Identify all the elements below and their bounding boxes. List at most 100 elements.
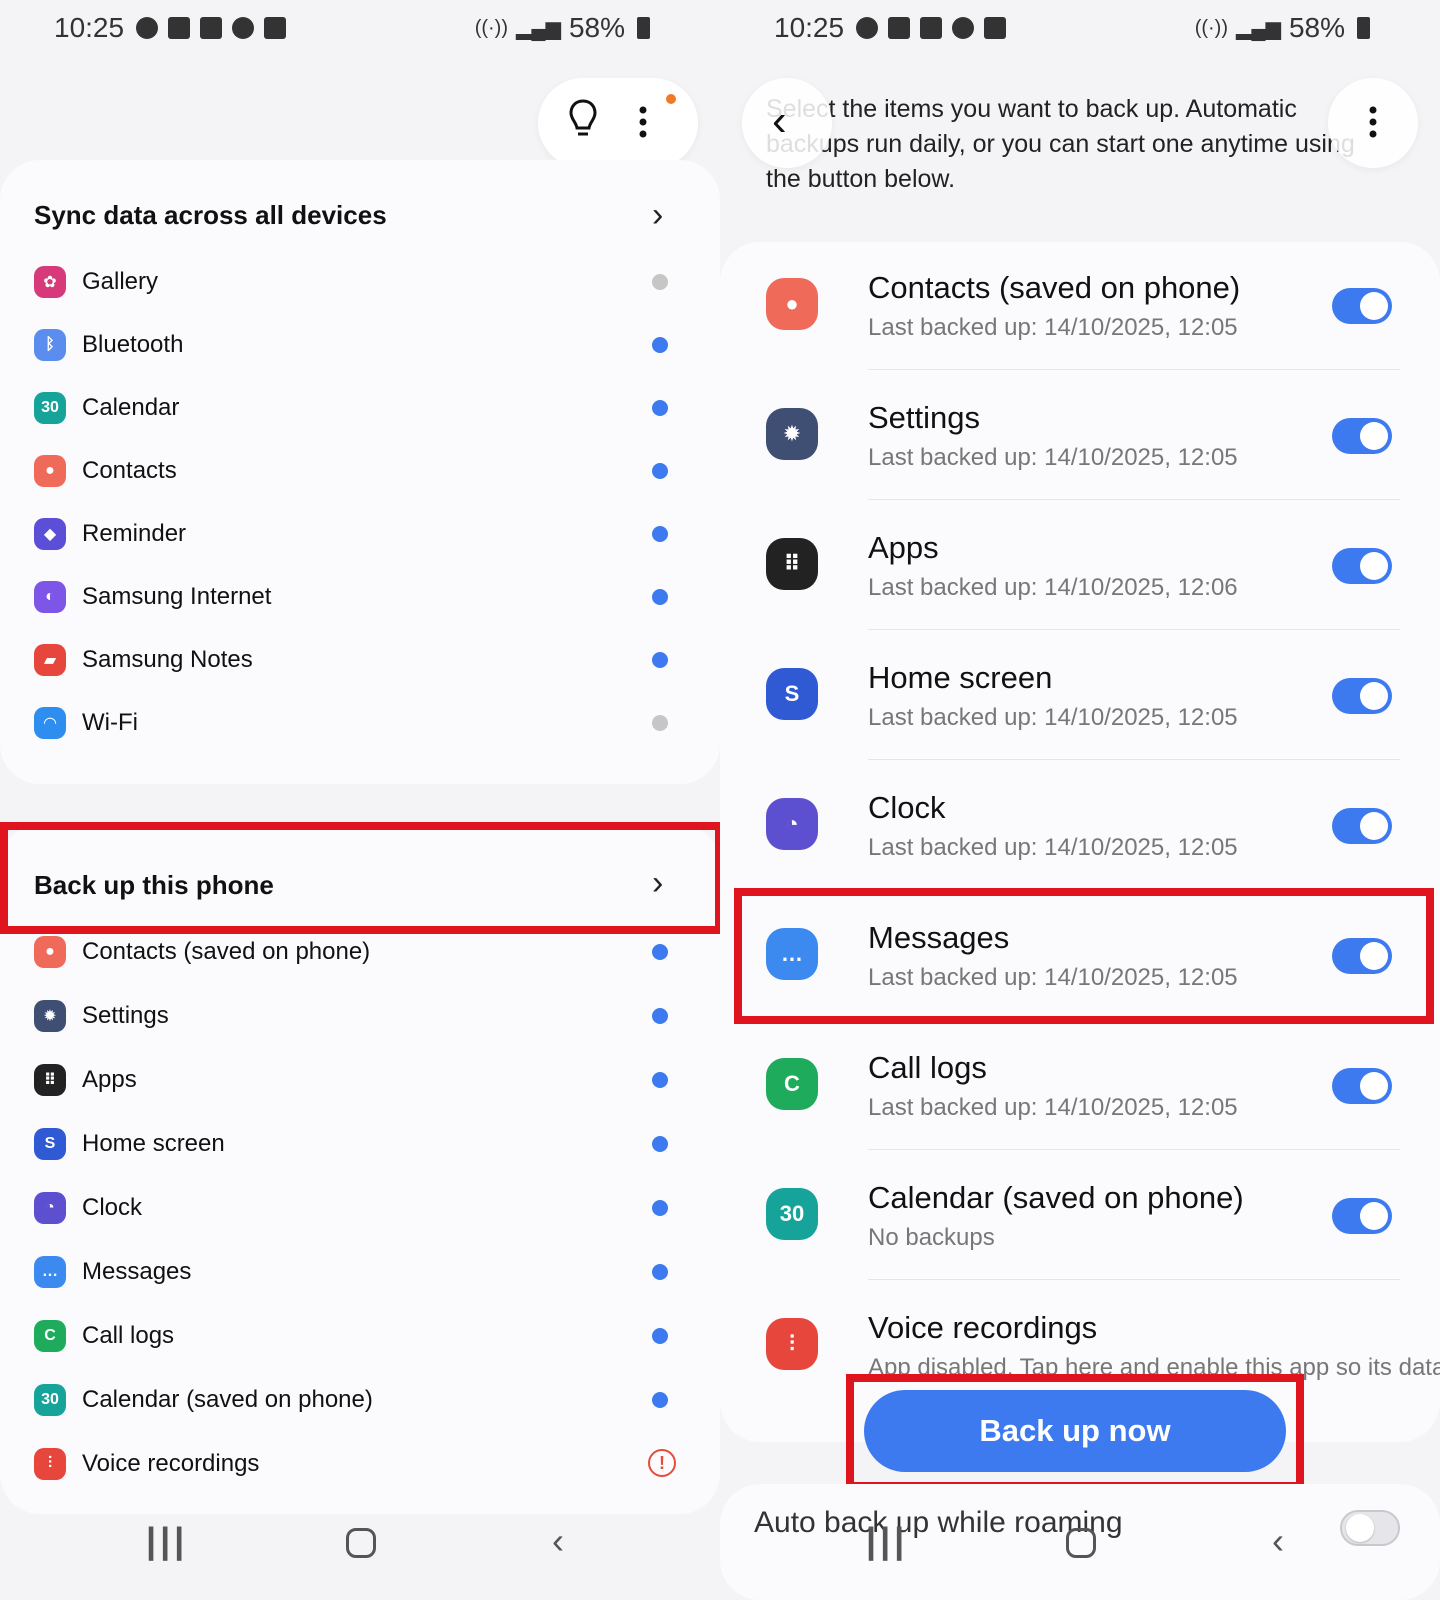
more-options-icon[interactable] — [638, 104, 648, 144]
status-dot — [652, 400, 668, 416]
item-subtitle: Last backed up: 14/10/2025, 12:05 — [868, 704, 1238, 731]
status-bar: 10:25 ((·)) ▂▄▆ 58% — [54, 8, 650, 48]
back-icon[interactable]: ‹ — [1272, 1520, 1284, 1562]
backup-toggle[interactable] — [1332, 418, 1392, 454]
list-item[interactable]: ◐ Samsung Internet — [34, 577, 670, 617]
account-icon — [136, 17, 159, 39]
status-dot — [652, 526, 668, 542]
item-label: Calendar (saved on phone) — [82, 1386, 373, 1413]
backup-item[interactable]: ◔ Clock Last backed up: 14/10/2025, 12:05 — [754, 762, 1400, 890]
backup-toggle[interactable] — [1332, 678, 1392, 714]
status-dot — [652, 944, 668, 960]
clock-icon: ◔ — [766, 798, 818, 850]
list-item[interactable]: 30 Calendar — [34, 388, 670, 428]
right-screen: 10:25 ((·)) ▂▄▆ 58% Select the items you… — [720, 0, 1440, 1600]
backup-item[interactable]: C Call logs Last backed up: 14/10/2025, 12… — [754, 1022, 1400, 1150]
lightbulb-icon[interactable] — [568, 98, 598, 140]
status-dot — [652, 1264, 668, 1280]
list-item[interactable]: ● Contacts (saved on phone) — [34, 932, 670, 972]
status-time: 10:25 — [54, 12, 125, 43]
divider — [868, 1279, 1400, 1280]
intro-line: the button below. — [766, 165, 956, 193]
item-label: Voice recordings — [82, 1450, 260, 1477]
list-item[interactable]: 30 Calendar (saved on phone) — [34, 1380, 670, 1420]
checkbox-icon — [168, 17, 191, 39]
backup-item[interactable]: ⠿ Apps Last backed up: 14/10/2025, 12:06 — [754, 502, 1400, 630]
item-label: Contacts (saved on phone) — [82, 938, 371, 965]
backup-toggle[interactable] — [1332, 1198, 1392, 1234]
status-dot — [652, 1072, 668, 1088]
gallery-icon: ✿ — [34, 266, 66, 298]
status-dot — [652, 274, 668, 290]
item-label: Apps — [82, 1066, 137, 1093]
contacts-icon: ● — [34, 936, 66, 968]
cloud-icon — [952, 17, 975, 39]
list-item[interactable]: ● Contacts — [34, 451, 670, 491]
back-icon[interactable]: ‹ — [552, 1520, 564, 1562]
messages-icon: … — [34, 1256, 66, 1288]
list-item[interactable]: ◠ Wi-Fi — [34, 703, 670, 743]
sync-section-title[interactable]: Sync data across all devices — [34, 200, 387, 231]
list-item[interactable]: ⠿ Apps — [34, 1060, 670, 1100]
item-title: Voice recordings — [868, 1310, 1098, 1345]
backup-item[interactable]: ✹ Settings Last backed up: 14/10/2025, 12:… — [754, 372, 1400, 500]
battery-text: 58% — [568, 12, 625, 43]
item-label: Reminder — [82, 520, 187, 547]
intro-line: Select the items you want to back up. Au… — [766, 95, 1297, 123]
backup-toggle[interactable] — [1332, 808, 1392, 844]
list-item[interactable]: ᛒ Bluetooth — [34, 325, 670, 365]
list-item[interactable]: ◆ Reminder — [34, 514, 670, 554]
contacts-icon: ● — [34, 455, 66, 487]
home-icon[interactable] — [346, 1528, 376, 1558]
battery-icon — [1357, 17, 1370, 39]
battery-icon — [637, 17, 650, 39]
item-label: Settings — [82, 1002, 169, 1029]
item-label: Contacts — [82, 457, 177, 484]
wifi-signal-icon: ((·)) — [474, 16, 509, 39]
top-actions — [538, 78, 698, 168]
list-item[interactable]: C Call logs — [34, 1316, 670, 1356]
status-dot — [652, 715, 668, 731]
item-subtitle: Last backed up: 14/10/2025, 12:05 — [868, 444, 1238, 471]
list-item[interactable]: … Messages — [34, 1252, 670, 1292]
status-dot — [652, 337, 668, 353]
status-dot — [652, 1392, 668, 1408]
item-label: Home screen — [82, 1130, 225, 1157]
chevron-right-icon[interactable]: › — [652, 196, 663, 235]
highlight-box — [0, 822, 720, 934]
recent-apps-icon[interactable]: ||| — [866, 1520, 908, 1562]
backup-toggle[interactable] — [1332, 1068, 1392, 1104]
call-logs-icon: C — [766, 1058, 818, 1110]
divider — [868, 759, 1400, 760]
back-arrow-icon: ‹ — [772, 96, 787, 145]
recent-apps-icon[interactable]: ||| — [146, 1520, 188, 1562]
highlight-box — [734, 888, 1434, 1024]
item-label: Samsung Notes — [82, 646, 253, 673]
more-options-button[interactable] — [1328, 78, 1418, 168]
list-item[interactable]: ◔ Clock — [34, 1188, 670, 1228]
list-item[interactable]: S Home screen — [34, 1124, 670, 1164]
item-label: Bluetooth — [82, 331, 184, 358]
divider — [868, 369, 1400, 370]
list-item[interactable]: ✹ Settings — [34, 996, 670, 1036]
list-item[interactable]: ✿ Gallery — [34, 262, 670, 302]
backup-item[interactable]: 30 Calendar (saved on phone) No backups — [754, 1152, 1400, 1280]
item-title: Call logs — [868, 1050, 987, 1085]
backup-toggle[interactable] — [1332, 288, 1392, 324]
list-item[interactable]: ▰ Samsung Notes — [34, 640, 670, 680]
backup-item[interactable]: S Home screen Last backed up: 14/10/2025, … — [754, 632, 1400, 760]
back-button[interactable]: ‹ — [742, 78, 832, 168]
status-bar: 10:25 ((·)) ▂▄▆ 58% — [774, 8, 1370, 48]
status-time: 10:25 — [774, 12, 845, 43]
notification-dot — [666, 94, 676, 104]
backup-toggle[interactable] — [1332, 548, 1392, 584]
backup-item[interactable]: ● Contacts (saved on phone) Last backed up… — [754, 242, 1400, 370]
list-item[interactable]: ⫶ Voice recordings! — [34, 1444, 676, 1484]
wifi-icon: ◠ — [34, 707, 66, 739]
status-dot — [652, 1200, 668, 1216]
navigation-bar: ||| ‹ — [0, 1520, 720, 1570]
clock-icon: ◔ — [34, 1192, 66, 1224]
notes-icon: ▰ — [34, 644, 66, 676]
home-icon[interactable] — [1066, 1528, 1096, 1558]
divider — [868, 499, 1400, 500]
